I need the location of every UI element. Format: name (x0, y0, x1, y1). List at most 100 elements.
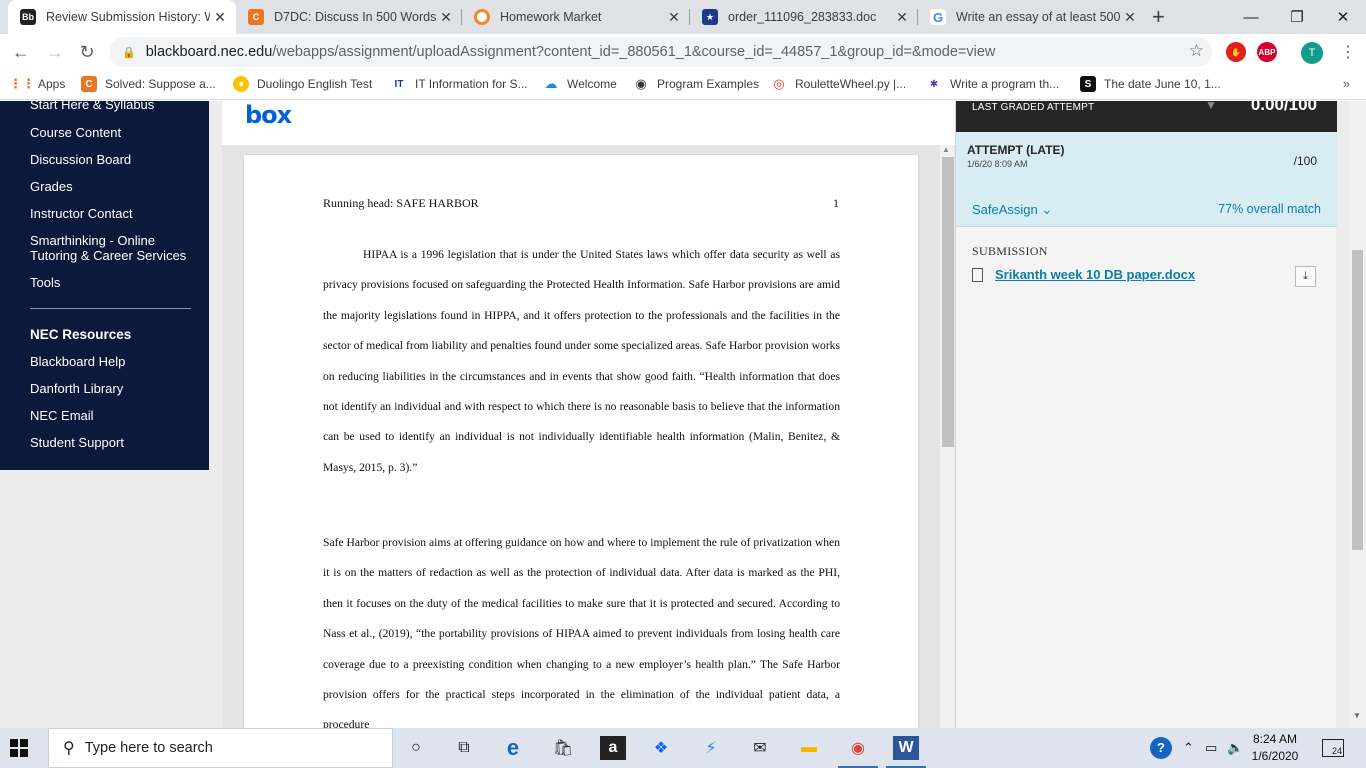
battery-icon[interactable]: ▭ (1205, 740, 1217, 756)
document-area[interactable]: Running head: SAFE HARBOR 1 HIPAA is a 1… (222, 145, 955, 728)
system-clock[interactable]: 8:24 AM 1/6/2020 (1245, 731, 1305, 765)
cortana-icon[interactable]: ○ (403, 736, 429, 760)
bookmark-date[interactable]: S The date June 10, 1... (1080, 76, 1221, 92)
new-tab-button[interactable]: + (1152, 4, 1165, 30)
chegg-icon: C (248, 9, 264, 25)
vscode-icon[interactable]: ⚡ (698, 736, 724, 760)
close-icon[interactable]: ✕ (436, 9, 456, 26)
url-path: /webapps/assignment/uploadAssignment?con… (272, 44, 996, 60)
tab-blackboard[interactable]: Bb Review Submission History: We ✕ (8, 0, 236, 34)
safeassign-toggle[interactable]: SafeAssign ⌄ (972, 202, 1052, 218)
nav-course-content[interactable]: Course Content (30, 125, 200, 140)
more-bookmarks-button[interactable]: » (1343, 76, 1350, 91)
tab-google-search[interactable]: G Write an essay of at least 500 w ✕ (918, 0, 1146, 34)
nav-divider (30, 308, 191, 309)
minimize-button[interactable]: — (1228, 0, 1274, 34)
nav-discussion-board[interactable]: Discussion Board (30, 152, 200, 167)
reload-button[interactable]: ↻ (74, 39, 100, 65)
mail-icon[interactable]: ✉ (747, 736, 773, 760)
download-button[interactable]: ⤓ (1295, 266, 1316, 287)
submission-file-link[interactable]: Srikanth week 10 DB paper.docx (995, 267, 1195, 282)
page-content: Start Here & Syllabus Course Content Dis… (0, 101, 1366, 728)
adblock-plus-icon[interactable]: ABP (1257, 42, 1277, 62)
tab-order-doc[interactable]: ★ order_111096_283833.doc ✕ (690, 0, 918, 34)
profile-avatar[interactable]: T (1301, 42, 1323, 64)
nav-student-support[interactable]: Student Support (30, 435, 200, 450)
search-placeholder: Type here to search (84, 740, 213, 756)
nav-nec-email[interactable]: NEC Email (30, 408, 200, 423)
chrome-icon[interactable]: ◉ (845, 736, 871, 760)
it-icon: IT (394, 78, 404, 90)
notifications-icon[interactable]: 24 (1322, 739, 1344, 757)
tab-title: Homework Market (500, 10, 602, 24)
course-menu: Start Here & Syllabus Course Content Dis… (0, 101, 209, 470)
document-scrollbar[interactable]: ▲ (940, 145, 954, 728)
running-head: Running head: SAFE HARBOR (323, 196, 479, 210)
nav-instructor-contact[interactable]: Instructor Contact (30, 206, 200, 221)
nav-nec-resources-heading[interactable]: NEC Resources (30, 327, 200, 342)
chevron-up-icon[interactable]: ⌃ (1183, 740, 1194, 756)
word-icon[interactable]: W (893, 736, 919, 760)
page-scrollbar[interactable]: ▼ (1349, 101, 1366, 728)
star-doc-icon: ★ (702, 9, 718, 25)
help-icon[interactable]: ? (1150, 737, 1172, 759)
bookmark-roulette[interactable]: ◎ RouletteWheel.py |... (771, 76, 906, 92)
restore-button[interactable]: ❐ (1274, 0, 1320, 34)
last-graded-score: 0.00/100 (1250, 101, 1317, 114)
menu-kebab-icon[interactable]: ⋮ (1340, 42, 1356, 62)
dropbox-icon[interactable]: ❖ (648, 736, 674, 760)
chevron-down-icon[interactable]: ▼ (1205, 101, 1217, 112)
bookmark-label: Welcome (567, 77, 617, 91)
forward-button[interactable]: → (42, 39, 68, 65)
tab-title: Write an essay of at least 500 w (956, 10, 1120, 24)
attempt-card[interactable]: ATTEMPT (LATE) 1/6/20 8:09 AM /100 SafeA… (956, 132, 1337, 227)
address-bar[interactable]: 🔒 blackboard.nec.edu/webapps/assignment/… (110, 37, 1212, 67)
tab-homework-market[interactable]: Homework Market ✕ (462, 0, 690, 34)
amazon-icon[interactable]: a (600, 736, 626, 760)
bookmark-write-program[interactable]: ✱ Write a program th... (926, 76, 1059, 92)
google-icon: G (930, 9, 946, 25)
nav-grades[interactable]: Grades (30, 179, 200, 194)
close-icon[interactable]: ✕ (210, 9, 230, 26)
close-icon[interactable]: ✕ (664, 9, 684, 26)
document-scroll-thumb[interactable] (942, 157, 954, 447)
nav-blackboard-help[interactable]: Blackboard Help (30, 354, 200, 369)
scroll-down-icon[interactable]: ▼ (1353, 711, 1361, 720)
overall-match-link[interactable]: 77% overall match (1218, 202, 1321, 216)
s-icon: S (1080, 76, 1096, 92)
tab-chegg[interactable]: C D7DC: Discuss In 500 Words, H ✕ (236, 0, 462, 34)
nav-smarthinking[interactable]: Smarthinking - Online Tutoring & Career … (30, 233, 200, 263)
taskbar-search[interactable]: ⚲ Type here to search (48, 728, 393, 768)
bookmark-apps[interactable]: ⋮⋮ Apps (9, 76, 65, 92)
bookmark-star-icon[interactable]: ☆ (1189, 41, 1204, 61)
tab-title: D7DC: Discuss In 500 Words, H (274, 10, 436, 24)
edge-icon[interactable]: e (500, 735, 526, 760)
nav-start-here[interactable]: Start Here & Syllabus (30, 101, 200, 112)
bookmark-label: Program Examples (657, 77, 760, 91)
volume-icon[interactable]: 🔈 (1227, 740, 1243, 756)
bookmark-program-examples[interactable]: ◉ Program Examples (633, 76, 759, 92)
close-icon[interactable]: ✕ (1120, 9, 1140, 26)
duolingo-icon: ● (233, 76, 249, 92)
search-icon: ⚲ (63, 740, 75, 757)
document-viewer: box Running head: SAFE HARBOR 1 HIPAA is… (222, 101, 955, 728)
nav-tools[interactable]: Tools (30, 275, 200, 290)
nav-danforth-library[interactable]: Danforth Library (30, 381, 200, 396)
task-view-icon[interactable]: ⧉ (451, 736, 477, 760)
page-scroll-thumb[interactable] (1352, 250, 1363, 550)
bookmark-duolingo[interactable]: ● Duolingo English Test (233, 76, 372, 92)
submission-file[interactable]: Srikanth week 10 DB paper.docx (972, 267, 1195, 282)
back-button[interactable]: ← (8, 39, 34, 65)
clock-date: 1/6/2020 (1251, 749, 1299, 763)
bookmark-chegg[interactable]: C Solved: Suppose a... (81, 76, 216, 92)
stop-extension-icon[interactable]: ✋ (1226, 42, 1246, 62)
file-explorer-icon[interactable]: ▬ (796, 736, 822, 760)
scroll-up-icon[interactable]: ▲ (942, 145, 950, 154)
close-window-button[interactable]: ✕ (1320, 0, 1366, 34)
start-button[interactable] (10, 739, 28, 757)
download-icon: ⤓ (1303, 270, 1308, 282)
bookmark-it-info[interactable]: IT IT Information for S... (391, 76, 528, 92)
close-icon[interactable]: ✕ (892, 9, 912, 26)
store-icon[interactable]: 🛍 (550, 736, 576, 760)
bookmark-welcome[interactable]: ☁ Welcome (543, 76, 617, 92)
